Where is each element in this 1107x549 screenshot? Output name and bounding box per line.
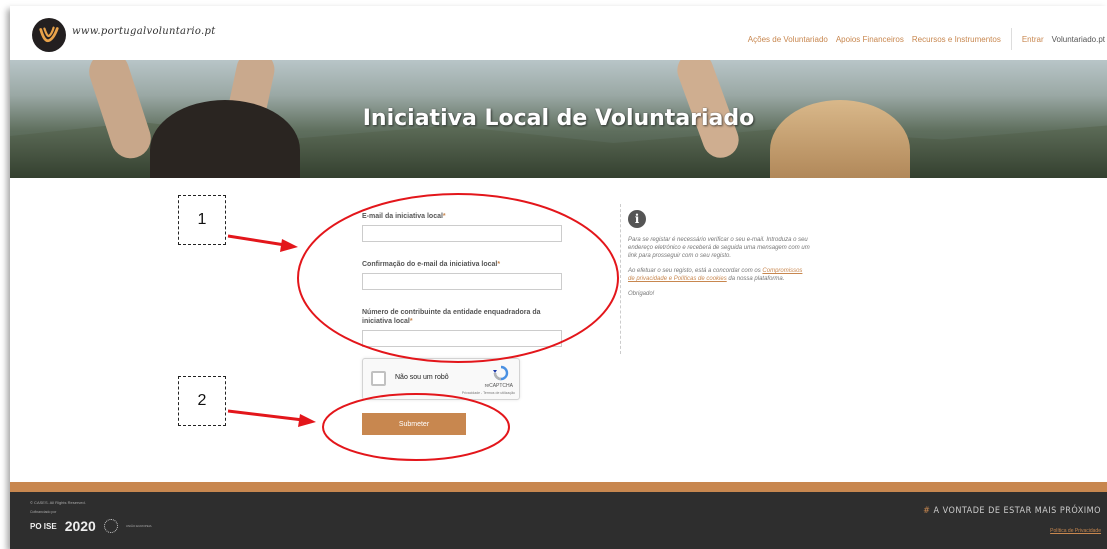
nav-item-acoes[interactable]: Ações de Voluntariado xyxy=(748,35,828,44)
annotation-arrowhead-1 xyxy=(280,239,298,252)
nav-item-apoios[interactable]: Apoios Financeiros xyxy=(836,35,904,44)
page-frame: www.portugalvoluntario.pt Ações de Volun… xyxy=(10,6,1107,549)
cofinanced-text: Cofinanciado por xyxy=(30,510,57,514)
nav-divider xyxy=(1010,28,1012,50)
submit-button[interactable]: Submeter xyxy=(362,413,466,435)
privacy-notice: Ao efetuar o seu registo, está a concord… xyxy=(628,267,810,283)
nif-label-text: Número de contribuinte da entidade enqua… xyxy=(362,309,541,326)
poise-logo: PO ISE xyxy=(30,521,57,531)
registration-form: E-mail da iniciativa local* Confirmação … xyxy=(362,212,572,365)
required-mark: * xyxy=(409,318,413,326)
required-mark: * xyxy=(442,213,446,220)
annotation-arrow-1 xyxy=(227,234,286,247)
main-nav: Ações de Voluntariado Apoios Financeiros… xyxy=(748,28,1107,50)
hero-banner: Iniciativa Local de Voluntariado xyxy=(10,60,1107,178)
thanks-text: Obrigado! xyxy=(628,291,655,298)
logo[interactable] xyxy=(32,18,66,52)
info-icon: i xyxy=(628,210,646,228)
footer-slogan: # A VONTADE DE ESTAR MAIS PRÓXIMO xyxy=(923,506,1101,516)
logo-v-icon xyxy=(39,26,59,43)
email-confirm-label: Confirmação do e-mail da iniciativa loca… xyxy=(362,260,572,269)
annotation-arrowhead-2 xyxy=(298,414,316,427)
info-text: Para se registar é necessário verificar … xyxy=(628,237,810,260)
email-label-text: E-mail da iniciativa local xyxy=(362,213,443,220)
email-label: E-mail da iniciativa local* xyxy=(362,212,572,221)
privacy-notice-text: da nossa plataforma. xyxy=(726,276,785,283)
privacy-link[interactable]: Política de Privacidade xyxy=(1050,528,1101,534)
logo-text[interactable]: www.portugalvoluntario.pt xyxy=(72,26,216,37)
annotation-arrow-2 xyxy=(227,409,304,422)
site-header: www.portugalvoluntario.pt Ações de Volun… xyxy=(10,6,1107,60)
eu-logo-text: UNIÃO EUROPEIA xyxy=(125,524,152,528)
recaptcha-icon xyxy=(493,365,509,381)
recaptcha-checkbox[interactable] xyxy=(371,371,386,386)
info-panel: i Para se registar é necessário verifica… xyxy=(620,204,810,354)
annotation-label-2: 2 xyxy=(178,376,226,426)
required-mark: * xyxy=(497,261,501,269)
recaptcha-widget: Não sou um robô reCAPTCHA Privacidade - … xyxy=(362,358,520,400)
privacy-notice-text: Ao efetuar o seu registo, está a concord… xyxy=(628,268,763,275)
nif-field[interactable] xyxy=(362,330,562,348)
slogan-hash: # xyxy=(923,506,931,516)
recaptcha-terms[interactable]: Privacidade - Termos de utilização xyxy=(462,391,515,395)
annotation-label-1: 1 xyxy=(178,195,226,245)
email-field[interactable] xyxy=(362,225,562,243)
copyright-text: © CASES. All Rights Reserved. xyxy=(30,500,86,505)
site-footer: © CASES. All Rights Reserved. Cofinancia… xyxy=(10,492,1107,549)
slogan-text: A VONTADE DE ESTAR MAIS PRÓXIMO xyxy=(933,506,1101,516)
recaptcha-brand: reCAPTCHA xyxy=(484,383,513,389)
email-confirm-label-text: Confirmação do e-mail da iniciativa loca… xyxy=(362,261,498,269)
site-name: Voluntariado.pt xyxy=(1051,34,1105,44)
email-confirm-field[interactable] xyxy=(362,273,562,291)
eu-stars-icon xyxy=(103,519,118,533)
portugal2020-logo: 2020 xyxy=(64,518,96,534)
page-title: Iniciativa Local de Voluntariado xyxy=(362,106,755,131)
nif-label: Número de contribuinte da entidade enqua… xyxy=(362,308,542,326)
nav-item-recursos[interactable]: Recursos e Instrumentos xyxy=(912,35,1001,44)
footer-stripe xyxy=(10,482,1107,492)
login-link[interactable]: Entrar xyxy=(1022,35,1044,44)
partner-logos: PO ISE 2020 UNIÃO EUROPEIA xyxy=(30,518,152,534)
recaptcha-label: Não sou um robô xyxy=(395,374,449,381)
